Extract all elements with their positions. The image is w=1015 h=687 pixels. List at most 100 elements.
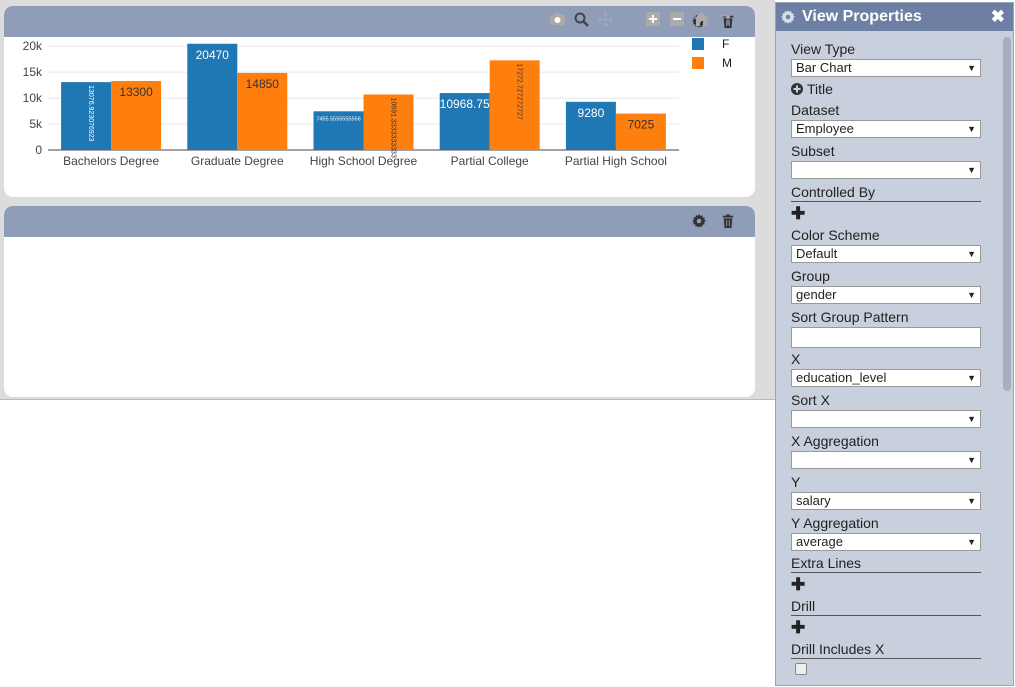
y-tick-label: 10k xyxy=(23,91,43,105)
data-label: 20470 xyxy=(196,48,230,62)
y-aggregation-select[interactable]: average ▼ xyxy=(791,533,981,551)
data-label: 10968.75 xyxy=(440,97,490,111)
color-scheme-label: Color Scheme xyxy=(791,227,880,243)
trash-icon[interactable] xyxy=(721,214,735,228)
y-field: Y salary ▼ xyxy=(791,474,981,510)
legend-label-f: F xyxy=(722,36,730,51)
drill-includes-x-label: Drill Includes X xyxy=(791,641,981,659)
chevron-down-icon: ▼ xyxy=(967,63,976,73)
chart-panel: 0 5k 10k 15k 20k 13076.923076923 13300 Bachelor… xyxy=(4,6,755,197)
subset-label: Subset xyxy=(791,143,835,159)
title-label: Title xyxy=(807,81,833,97)
view-type-select[interactable]: Bar Chart ▼ xyxy=(791,59,981,77)
x-label: X xyxy=(791,351,801,367)
zoom-out-icon[interactable] xyxy=(665,10,689,28)
empty-panel xyxy=(4,206,755,397)
scrollbar[interactable] xyxy=(1003,37,1011,391)
x-tick-label: Partial High School xyxy=(565,154,667,168)
data-label: 13300 xyxy=(119,85,153,99)
x-aggregation-select[interactable]: ▼ xyxy=(791,451,981,469)
y-tick-label: 15k xyxy=(23,65,43,79)
pan-icon[interactable] xyxy=(593,10,617,28)
drill-label: Drill xyxy=(791,598,981,616)
bar-m xyxy=(489,60,540,150)
group-value: gender xyxy=(796,287,837,302)
chevron-down-icon: ▼ xyxy=(967,165,976,175)
data-label: 9280 xyxy=(578,106,605,120)
zoom-icon[interactable] xyxy=(569,10,593,28)
y-aggregation-value: average xyxy=(796,534,843,549)
add-extra-line-icon[interactable]: ✚ xyxy=(791,576,805,593)
y-tick-label: 5k xyxy=(29,117,43,131)
chevron-down-icon: ▼ xyxy=(967,290,976,300)
panel-header xyxy=(4,206,755,237)
chevron-down-icon: ▼ xyxy=(967,455,976,465)
sort-x-select[interactable]: ▼ xyxy=(791,410,981,428)
bar-m xyxy=(363,94,414,150)
data-label: 10691.3333333333 xyxy=(390,98,397,158)
dataset-field: Dataset Employee ▼ xyxy=(791,102,981,138)
y-select[interactable]: salary ▼ xyxy=(791,492,981,510)
x-select[interactable]: education_level ▼ xyxy=(791,369,981,387)
gear-icon[interactable] xyxy=(692,214,706,228)
drill-includes-x-checkbox[interactable] xyxy=(795,663,807,675)
view-properties-panel: View Properties ✖ View Type Bar Chart ▼ T… xyxy=(775,2,1014,686)
bar-chart: 0 5k 10k 15k 20k 13076.923076923 13300 Bachelor… xyxy=(23,39,679,168)
subset-select[interactable]: ▼ xyxy=(791,161,981,179)
subset-field: Subset ▼ xyxy=(791,143,981,179)
legend: F M xyxy=(692,34,732,72)
zoom-in-icon[interactable] xyxy=(641,10,665,28)
group-field: Group gender ▼ xyxy=(791,268,981,304)
y-value: salary xyxy=(796,493,831,508)
x-aggregation-field: X Aggregation ▼ xyxy=(791,433,981,469)
chevron-down-icon: ▼ xyxy=(967,496,976,506)
drill-includes-x-field: Drill Includes X xyxy=(791,641,981,675)
add-title-button[interactable]: Title xyxy=(791,81,981,97)
chevron-down-icon: ▼ xyxy=(967,373,976,383)
chevron-down-icon: ▼ xyxy=(967,414,976,424)
camera-icon[interactable] xyxy=(545,10,569,28)
chart-toolbar xyxy=(545,10,737,28)
view-type-value: Bar Chart xyxy=(796,60,852,75)
color-scheme-value: Default xyxy=(796,246,838,261)
group-select[interactable]: gender ▼ xyxy=(791,286,981,304)
chevron-down-icon: ▼ xyxy=(967,537,976,547)
dataset-select[interactable]: Employee ▼ xyxy=(791,120,981,138)
legend-swatch-f xyxy=(692,37,704,50)
x-field: X education_level ▼ xyxy=(791,351,981,387)
home-icon[interactable] xyxy=(689,10,713,28)
extra-lines-label: Extra Lines xyxy=(791,555,981,573)
plus-circle-icon xyxy=(791,83,803,95)
data-label: 13076.923076923 xyxy=(87,85,94,142)
extra-lines-field: Extra Lines ✚ xyxy=(791,555,981,595)
title-field: Title xyxy=(791,81,981,97)
y-aggregation-label: Y Aggregation xyxy=(791,515,879,531)
legend-item-m[interactable]: M xyxy=(692,53,732,72)
bar-f xyxy=(61,82,112,150)
y-aggregation-field: Y Aggregation average ▼ xyxy=(791,515,981,551)
add-controlled-by-icon[interactable]: ✚ xyxy=(791,205,805,222)
color-scheme-field: Color Scheme Default ▼ xyxy=(791,227,981,263)
props-header: View Properties ✖ xyxy=(776,3,1013,31)
x-aggregation-label: X Aggregation xyxy=(791,433,879,449)
drill-field: Drill ✚ xyxy=(791,598,981,638)
legend-swatch-m xyxy=(692,56,704,69)
sort-group-pattern-input[interactable] xyxy=(791,327,981,348)
dataset-value: Employee xyxy=(796,121,854,136)
chevron-down-icon: ▼ xyxy=(967,124,976,134)
dataset-label: Dataset xyxy=(791,102,840,118)
x-tick-label: Partial College xyxy=(451,154,529,168)
y-tick-label: 0 xyxy=(35,143,42,157)
sort-group-pattern-field: Sort Group Pattern xyxy=(791,309,981,348)
close-icon[interactable]: ✖ xyxy=(991,7,1005,27)
data-label: 7455.5555555556 xyxy=(316,116,360,122)
sort-group-pattern-label: Sort Group Pattern xyxy=(791,309,909,325)
add-drill-icon[interactable]: ✚ xyxy=(791,619,805,636)
data-label: 17272.727272727 xyxy=(516,63,523,120)
legend-item-f[interactable]: F xyxy=(692,34,732,53)
color-scheme-select[interactable]: Default ▼ xyxy=(791,245,981,263)
spike-icon[interactable] xyxy=(713,10,737,28)
legend-label-m: M xyxy=(722,55,732,70)
view-type-label: View Type xyxy=(791,41,856,57)
